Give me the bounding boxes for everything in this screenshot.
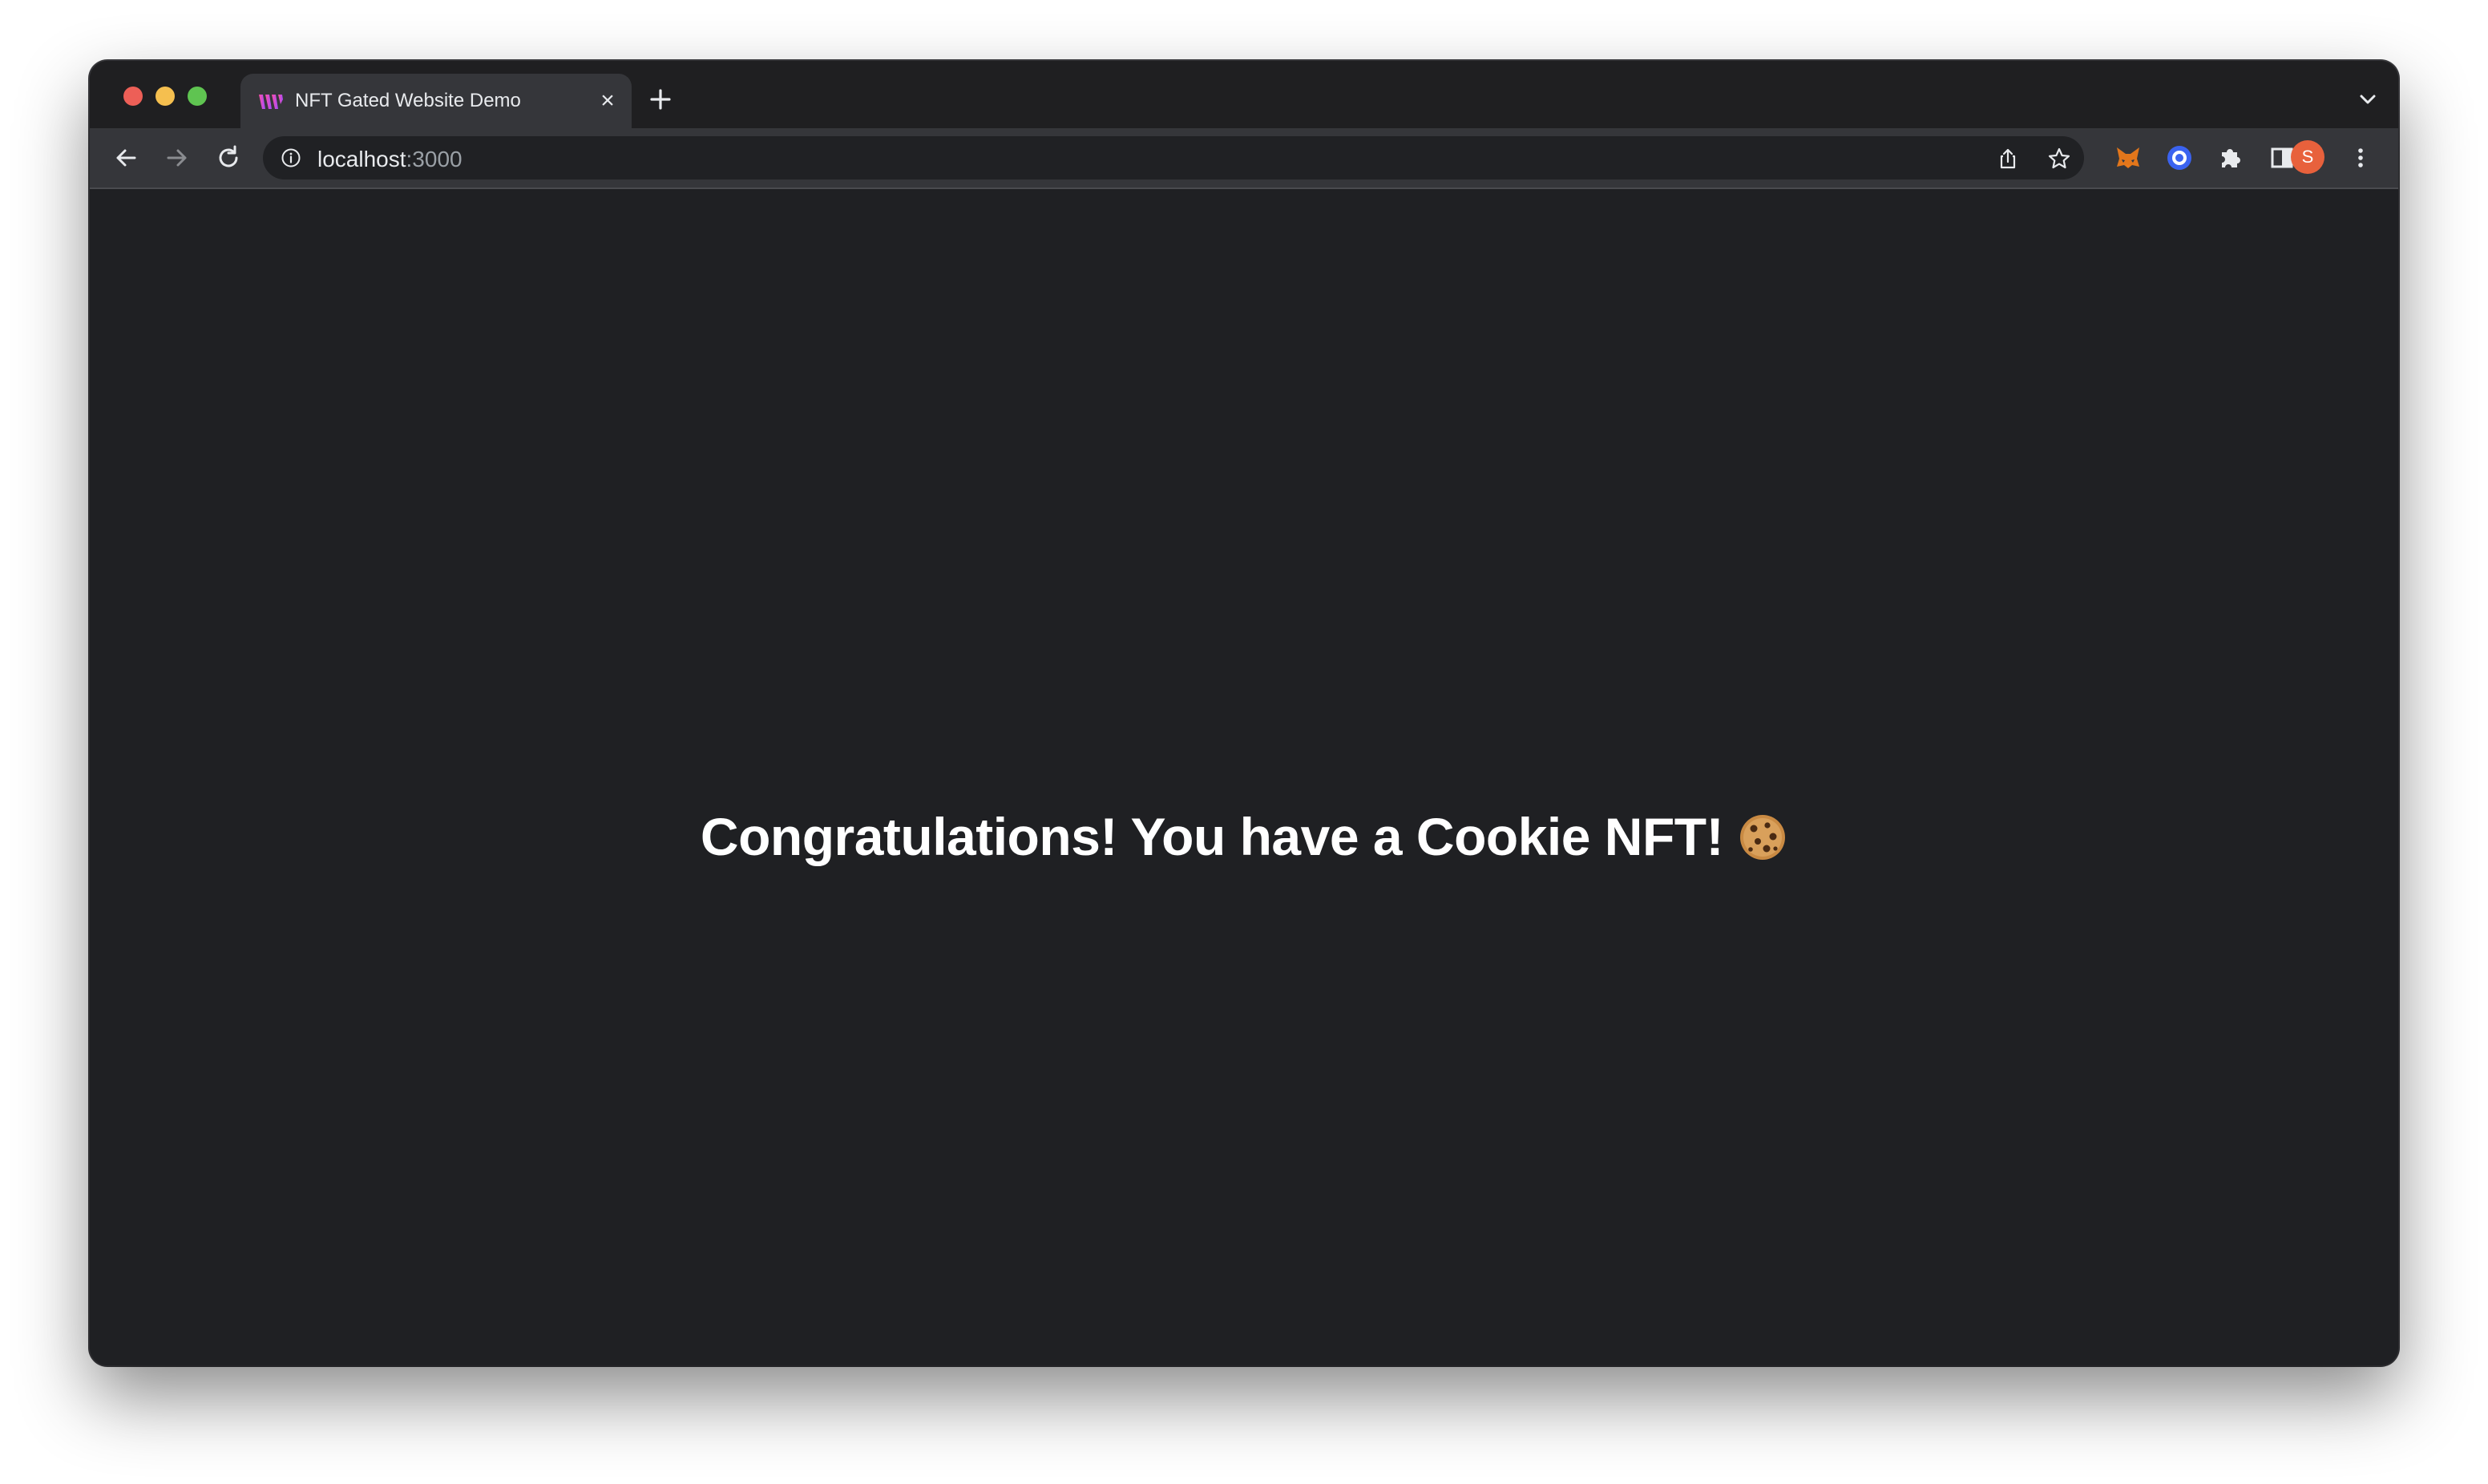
- page-content: Congratulations! You have a Cookie NFT!: [90, 189, 2398, 1365]
- url-text: localhost:3000: [317, 147, 462, 172]
- headline-text: Congratulations! You have a Cookie NFT!: [700, 807, 1724, 866]
- browser-window: NFT Gated Website Demo × localhost:3000 …: [90, 61, 2398, 1365]
- url-port: :3000: [406, 147, 462, 171]
- maximize-window-button[interactable]: [188, 87, 207, 106]
- browser-toolbar: localhost:3000 S: [90, 128, 2398, 189]
- bookmark-star-icon[interactable]: [2047, 147, 2071, 171]
- forward-arrow-icon[interactable]: [162, 143, 192, 173]
- tab-strip: NFT Gated Website Demo ×: [90, 61, 2398, 128]
- chevron-down-icon[interactable]: [2357, 88, 2379, 111]
- tab-nft-gated-website-demo[interactable]: NFT Gated Website Demo ×: [240, 74, 632, 128]
- profile-avatar[interactable]: S: [2291, 140, 2324, 174]
- new-tab-icon[interactable]: [646, 85, 675, 114]
- url-host: localhost: [317, 147, 406, 171]
- minimize-window-button[interactable]: [156, 87, 175, 106]
- page-headline: Congratulations! You have a Cookie NFT!: [90, 806, 2398, 867]
- close-window-button[interactable]: [123, 87, 143, 106]
- reload-icon[interactable]: [213, 143, 244, 173]
- wave-logo-icon: [259, 95, 283, 109]
- share-icon[interactable]: [1996, 147, 2020, 171]
- tab-title: NFT Gated Website Demo: [295, 90, 521, 111]
- blue-circle-extension-icon[interactable]: [2164, 143, 2195, 173]
- metamask-fox-icon[interactable]: [2113, 143, 2143, 173]
- close-tab-icon[interactable]: ×: [595, 88, 620, 114]
- address-bar[interactable]: localhost:3000: [263, 136, 2084, 179]
- info-icon[interactable]: [281, 147, 301, 168]
- puzzle-extensions-icon[interactable]: [2215, 143, 2246, 173]
- back-arrow-icon[interactable]: [111, 143, 141, 173]
- kebab-menu-icon[interactable]: [2345, 143, 2376, 173]
- cookie-icon: [1740, 814, 1786, 860]
